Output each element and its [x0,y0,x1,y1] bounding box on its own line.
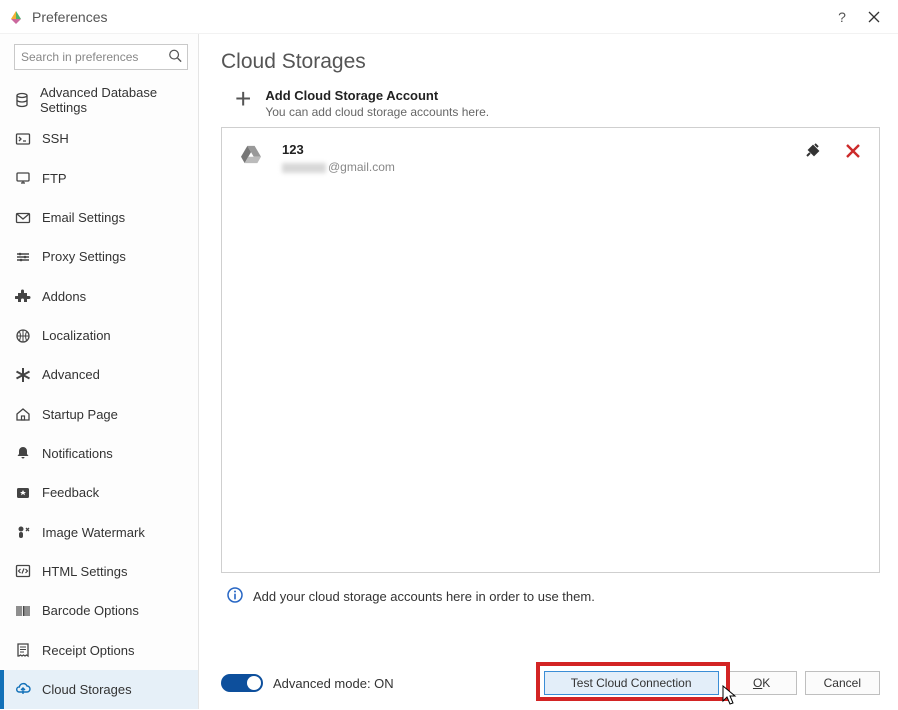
proxy-icon [14,248,32,266]
close-button[interactable] [858,3,890,31]
sidebar-item-email-settings[interactable]: Email Settings [0,198,198,237]
sidebar-item-label: Startup Page [42,407,118,422]
search-input[interactable] [14,44,188,70]
advanced-mode-toggle[interactable] [221,674,263,692]
plus-icon: + [235,88,251,110]
home-icon [14,405,32,423]
cloud-upload-icon [14,680,32,698]
sidebar-item-label: Cloud Storages [42,682,132,697]
sidebar-item-label: Receipt Options [42,643,135,658]
sidebar-item-image-watermark[interactable]: Image Watermark [0,512,198,551]
sidebar-item-label: Image Watermark [42,525,145,540]
info-text: Add your cloud storage accounts here in … [253,589,595,604]
sidebar-item-localization[interactable]: Localization [0,316,198,355]
cancel-button[interactable]: Cancel [805,671,880,695]
page-title: Cloud Storages [221,50,880,74]
ok-button[interactable]: OK [727,671,797,695]
sidebar-item-notifications[interactable]: Notifications [0,434,198,473]
terminal-icon [14,130,32,148]
asterisk-icon [14,366,32,384]
titlebar: Preferences ? [0,0,898,34]
content-area: Cloud Storages + Add Cloud Storage Accou… [199,34,898,709]
sidebar-item-label: Localization [42,328,111,343]
sidebar-item-label: Email Settings [42,210,125,225]
add-cloud-account-button[interactable]: + Add Cloud Storage Account You can add … [221,88,880,127]
test-cloud-connection-button[interactable]: Test Cloud Connection [544,671,719,695]
sidebar-item-proxy-settings[interactable]: Proxy Settings [0,237,198,276]
sidebar-item-label: Proxy Settings [42,249,126,264]
star-badge-icon [14,484,32,502]
sidebar-item-html-settings[interactable]: HTML Settings [0,552,198,591]
help-button[interactable]: ? [826,3,858,31]
barcode-icon [14,602,32,620]
globe-icon [14,327,32,345]
sidebar-item-ftp[interactable]: FTP [0,159,198,198]
sidebar-item-startup-page[interactable]: Startup Page [0,395,198,434]
add-subtitle: You can add cloud storage accounts here. [265,105,489,119]
sidebar-item-label: Notifications [42,446,113,461]
app-logo-icon [8,9,24,25]
google-drive-icon [240,144,262,167]
puzzle-icon [14,287,32,305]
account-email: @gmail.com [282,160,395,174]
database-icon [14,91,30,109]
sidebar-item-label: Feedback [42,485,99,500]
email-icon [14,209,32,227]
sidebar-item-label: Addons [42,289,86,304]
sidebar-item-advanced-database-settings[interactable]: Advanced Database Settings [0,80,198,119]
info-icon [227,587,243,606]
delete-account-button[interactable] [845,142,861,165]
ftp-icon [14,169,32,187]
sidebar-item-barcode-options[interactable]: Barcode Options [0,591,198,630]
sidebar-item-label: Barcode Options [42,603,139,618]
sidebar-item-addons[interactable]: Addons [0,277,198,316]
footer-bar: Advanced mode: ON Test Cloud Connection … [221,671,880,695]
advanced-mode-label: Advanced mode: ON [273,676,394,691]
search-icon [168,49,182,66]
sidebar-item-feedback[interactable]: Feedback [0,473,198,512]
sidebar-item-cloud-storages[interactable]: Cloud Storages [0,670,198,709]
sidebar-item-advanced[interactable]: Advanced [0,355,198,394]
sidebar-item-label: SSH [42,131,69,146]
sidebar-item-label: Advanced [42,367,100,382]
sidebar-item-label: FTP [42,171,67,186]
window-title: Preferences [32,9,826,25]
bell-icon [14,444,32,462]
receipt-icon [14,641,32,659]
account-name: 123 [282,142,395,157]
search-wrap [14,44,188,70]
sidebar-item-receipt-options[interactable]: Receipt Options [0,630,198,669]
add-title: Add Cloud Storage Account [265,88,489,103]
accounts-list: 123 @gmail.com [221,127,880,573]
sidebar-item-label: HTML Settings [42,564,128,579]
watermark-icon [14,523,32,541]
code-icon [14,562,32,580]
sidebar: Advanced Database Settings SSH FTP Email… [0,34,199,709]
connect-icon[interactable] [805,142,825,165]
sidebar-item-ssh[interactable]: SSH [0,119,198,158]
info-row: Add your cloud storage accounts here in … [227,587,880,606]
sidebar-item-label: Advanced Database Settings [40,85,188,115]
account-row[interactable]: 123 @gmail.com [222,128,879,184]
